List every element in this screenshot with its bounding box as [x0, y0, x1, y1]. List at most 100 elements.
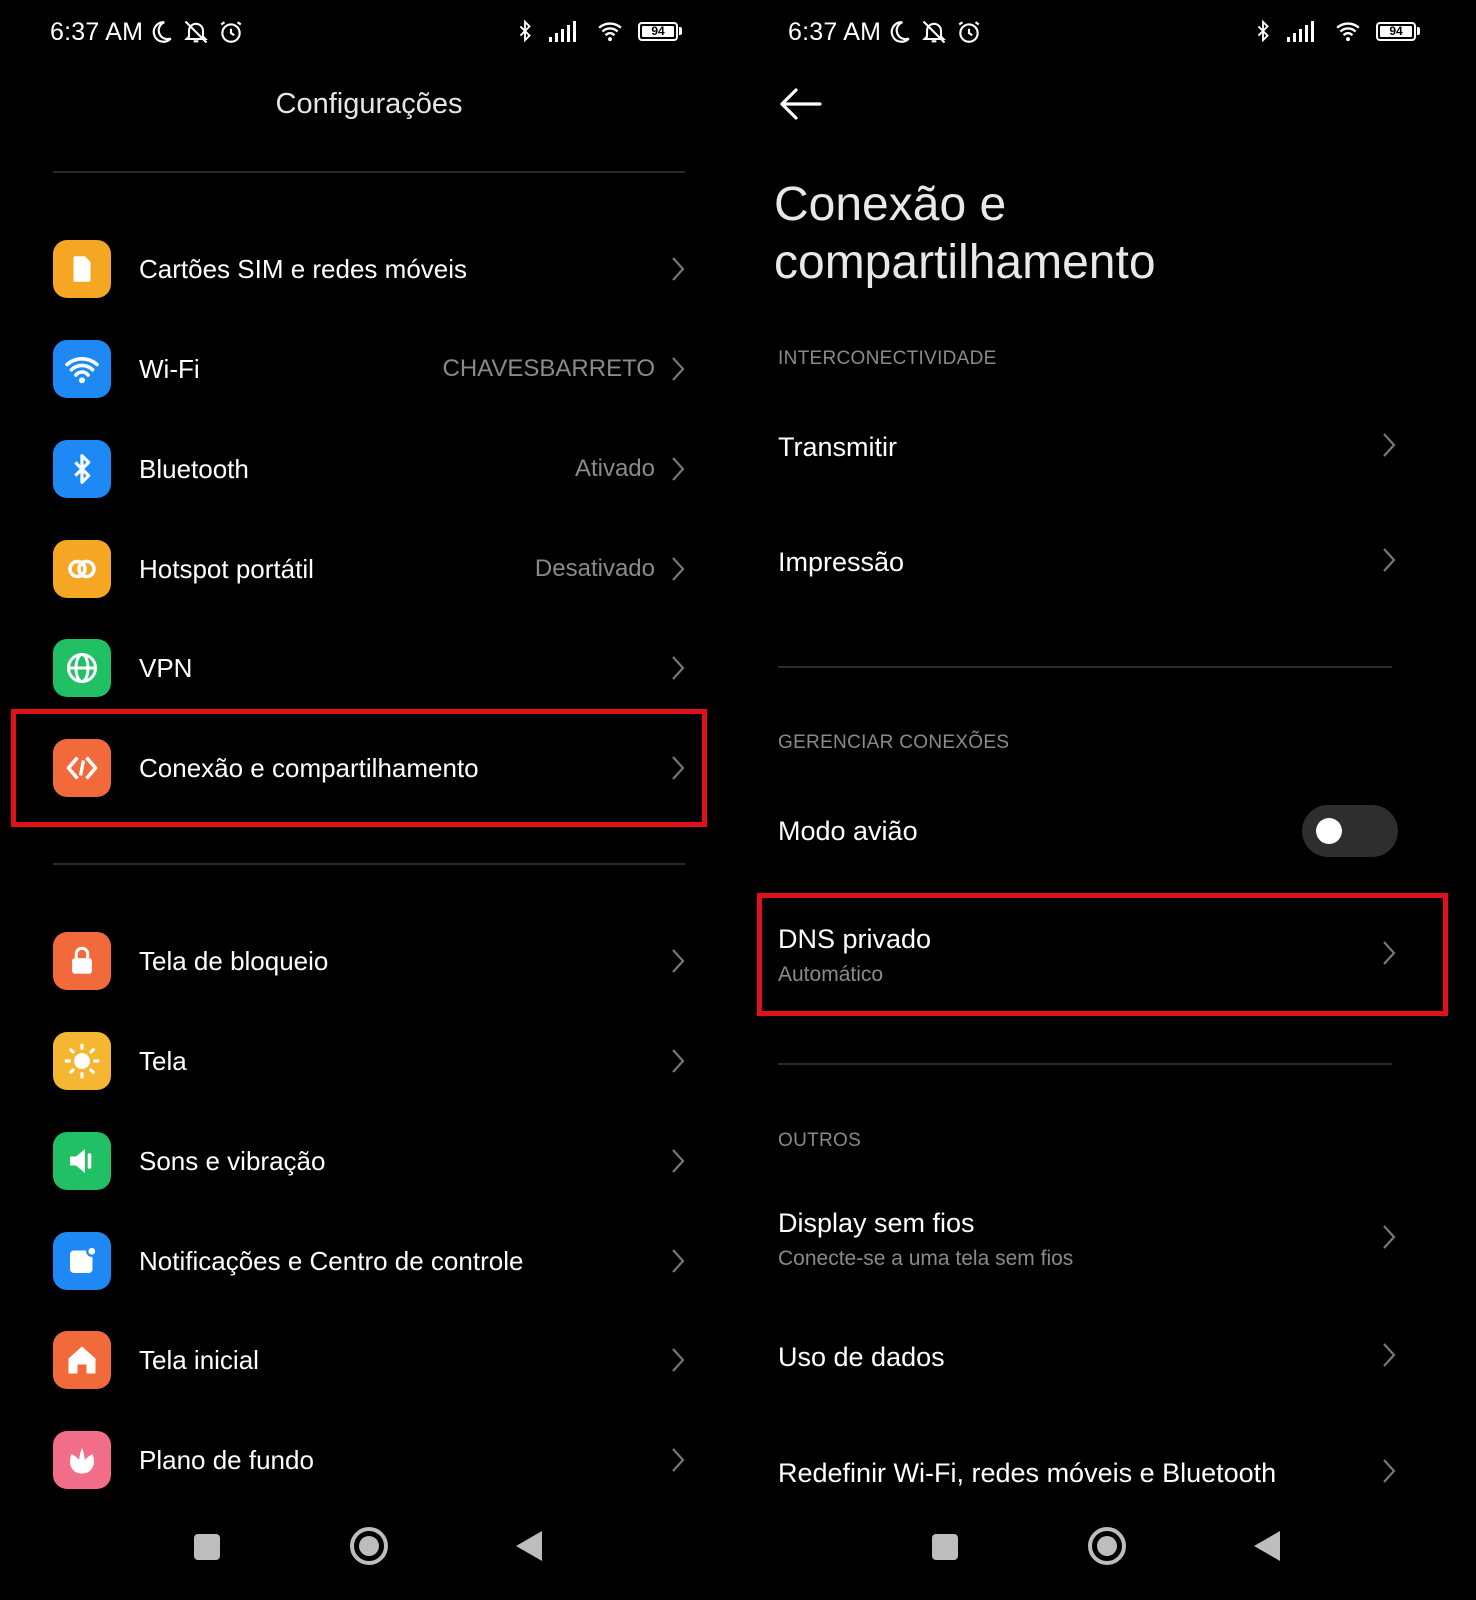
settings-item-home-screen[interactable]: Tela inicial: [53, 1322, 689, 1398]
settings-item-label: Bluetooth: [139, 453, 249, 484]
back-button[interactable]: [514, 1529, 544, 1563]
settings-item-wifi[interactable]: Wi-Fi CHAVESBARRETO: [53, 331, 689, 407]
wifi-status-icon: [598, 22, 622, 42]
item-label: Modo avião: [778, 815, 918, 846]
recents-button[interactable]: [930, 1532, 960, 1562]
divider: [778, 666, 1392, 668]
lock-icon: [53, 932, 111, 990]
settings-item-label: Plano de fundo: [139, 1444, 314, 1475]
item-wireless-display[interactable]: Display sem fios Conecte-se a uma tela s…: [778, 1204, 1396, 1274]
battery-icon: 94: [638, 21, 682, 41]
bluetooth-icon: [53, 440, 111, 498]
item-reset-network[interactable]: Redefinir Wi-Fi, redes móveis e Bluetoot…: [778, 1448, 1396, 1498]
alarm-icon: [958, 21, 980, 43]
settings-item-value: Desativado: [534, 555, 655, 582]
sun-icon: [53, 1032, 111, 1090]
status-bar: 6:37 AM 94: [738, 14, 1476, 54]
settings-item-bluetooth[interactable]: Bluetooth Ativado: [53, 431, 689, 507]
chevron-right-icon: [1382, 1342, 1396, 1373]
settings-item-sound[interactable]: Sons e vibração: [53, 1123, 689, 1199]
speaker-icon: [53, 1132, 111, 1190]
navigation-bar: [0, 1520, 738, 1570]
notification-icon: [53, 1232, 111, 1290]
moon-icon: [890, 21, 910, 43]
signal-icon: [1287, 21, 1314, 42]
settings-item-label: Sons e vibração: [139, 1145, 326, 1176]
wifi-status-icon: [1336, 22, 1360, 42]
mute-bell-icon: [184, 20, 208, 44]
settings-item-vpn[interactable]: VPN: [53, 630, 689, 706]
settings-item-label: Cartões SIM e redes móveis: [139, 253, 468, 284]
settings-item-value: CHAVESBARRETO: [442, 355, 656, 382]
divider: [53, 863, 685, 865]
settings-item-display[interactable]: Tela: [53, 1023, 689, 1099]
chevron-right-icon: [671, 1345, 689, 1375]
settings-item-sim[interactable]: Cartões SIM e redes móveis: [53, 231, 689, 307]
settings-item-notifications[interactable]: Notificações e Centro de controle: [53, 1223, 689, 1299]
settings-item-label: Notificações e Centro de controle: [139, 1245, 524, 1276]
item-label: Uso de dados: [778, 1341, 945, 1372]
status-time: 6:37 AM: [50, 18, 144, 46]
section-header-others: OUTROS: [778, 1130, 862, 1151]
section-header-interconnectivity: INTERCONECTIVIDADE: [778, 348, 997, 369]
item-data-usage[interactable]: Uso de dados: [778, 1332, 1396, 1382]
settings-item-lock-screen[interactable]: Tela de bloqueio: [53, 923, 689, 999]
battery-icon: 94: [1376, 21, 1420, 41]
settings-item-label: Hotspot portátil: [139, 553, 314, 584]
item-subtitle: Conecte-se a uma tela sem fios: [778, 1246, 1074, 1270]
settings-item-label: Tela: [139, 1045, 187, 1076]
navigation-bar: [738, 1520, 1476, 1570]
wifi-icon: [53, 340, 111, 398]
globe-icon: [53, 639, 111, 697]
settings-item-label: Tela de bloqueio: [139, 945, 329, 976]
chevron-right-icon: [671, 254, 689, 284]
chevron-right-icon: [671, 653, 689, 683]
page-title: Conexão e compartilhamento: [774, 178, 1156, 289]
connection-sharing-panel: 6:37 AM 94 Conexão e compartilhamento IN…: [738, 0, 1476, 1600]
settings-item-label: VPN: [139, 652, 193, 683]
back-arrow-icon[interactable]: [778, 86, 822, 122]
item-label: Impressão: [778, 546, 905, 577]
bluetooth-status-icon: [519, 19, 531, 43]
chevron-right-icon: [1382, 1224, 1396, 1255]
moon-icon: [152, 21, 172, 43]
sim-card-icon: [53, 240, 111, 298]
bluetooth-status-icon: [1257, 19, 1269, 43]
status-time: 6:37 AM: [788, 18, 882, 46]
alarm-icon: [220, 21, 242, 43]
chevron-right-icon: [1382, 1458, 1396, 1489]
hotspot-icon: [53, 540, 111, 598]
recents-button[interactable]: [192, 1532, 222, 1562]
chevron-right-icon: [1382, 547, 1396, 578]
back-button[interactable]: [1252, 1529, 1282, 1563]
chevron-right-icon: [1382, 432, 1396, 463]
highlight-box: [757, 893, 1448, 1016]
item-print[interactable]: Impressão: [778, 537, 1396, 587]
item-label: Redefinir Wi-Fi, redes móveis e Bluetoot…: [778, 1457, 1277, 1488]
signal-icon: [549, 21, 576, 42]
chevron-right-icon: [671, 354, 689, 384]
chevron-right-icon: [671, 454, 689, 484]
settings-item-value: Ativado: [574, 455, 655, 482]
chevron-right-icon: [671, 1146, 689, 1176]
divider: [53, 171, 685, 173]
settings-item-label: Tela inicial: [139, 1344, 259, 1375]
item-airplane-mode[interactable]: Modo avião: [778, 804, 1398, 858]
item-transmit[interactable]: Transmitir: [778, 422, 1396, 472]
item-label: Transmitir: [778, 431, 897, 462]
settings-panel: 6:37 AM 94 Configurações Cartões SIM e r…: [0, 0, 738, 1600]
chevron-right-icon: [671, 1046, 689, 1076]
chevron-right-icon: [671, 1445, 689, 1475]
settings-item-label: Wi-Fi: [139, 353, 200, 384]
settings-item-hotspot[interactable]: Hotspot portátil Desativado: [53, 531, 689, 607]
settings-item-wallpaper[interactable]: Plano de fundo: [53, 1422, 689, 1498]
mute-bell-icon: [922, 20, 946, 44]
home-button[interactable]: [1086, 1525, 1128, 1567]
status-bar: 6:37 AM 94: [0, 14, 738, 54]
home-button[interactable]: [348, 1525, 390, 1567]
home-icon: [53, 1331, 111, 1389]
highlight-box: [11, 709, 707, 827]
item-label: Display sem fios: [778, 1207, 975, 1238]
airplane-mode-toggle[interactable]: [1302, 805, 1398, 857]
chevron-right-icon: [671, 1246, 689, 1276]
